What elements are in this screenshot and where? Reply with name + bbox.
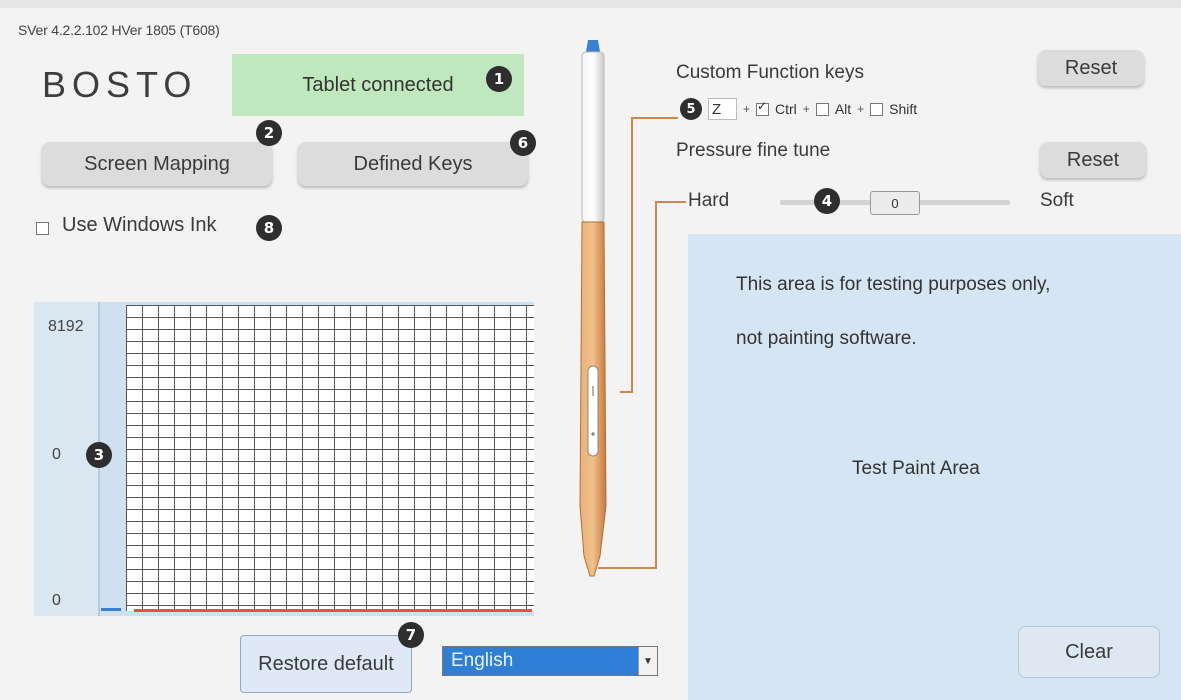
callout-badge-1: 1 xyxy=(486,66,512,92)
function-key-input[interactable]: Z xyxy=(708,98,737,120)
test-area-notice-line2: not painting software. xyxy=(736,328,917,349)
pressure-indicator xyxy=(101,608,121,611)
function-key-row: 5 Z + ✓ Ctrl + Alt + Shift xyxy=(680,95,917,123)
plus-separator: + xyxy=(802,102,810,116)
screen-mapping-label: Screen Mapping xyxy=(84,152,230,175)
plus-separator: + xyxy=(857,102,865,116)
brand-logo: BOSTO xyxy=(42,64,198,105)
callout-badge-7: 7 xyxy=(398,622,424,648)
shift-checkbox[interactable] xyxy=(870,102,884,116)
pressure-tune-title: Pressure fine tune xyxy=(676,140,831,161)
windows-ink-checkbox[interactable] xyxy=(36,222,49,235)
ctrl-label: Ctrl xyxy=(775,101,797,117)
shift-label: Shift xyxy=(889,101,918,117)
language-select[interactable]: English ▼ xyxy=(442,646,658,676)
axis-label-max: 8192 xyxy=(48,318,84,335)
callout-badge-5: 5 xyxy=(680,98,702,120)
restore-default-button[interactable]: Restore default xyxy=(240,635,412,693)
defined-keys-button[interactable]: Defined Keys xyxy=(298,142,528,186)
callout-badge-3: 3 xyxy=(86,442,112,468)
soft-label: Soft xyxy=(1040,190,1074,211)
test-area-title: Test Paint Area xyxy=(852,458,980,479)
callout-badge-2: 2 xyxy=(256,120,282,146)
screen-mapping-button[interactable]: Screen Mapping xyxy=(42,142,272,186)
restore-default-label: Restore default xyxy=(258,652,394,675)
hard-label: Hard xyxy=(688,190,730,211)
reset-function-keys-button[interactable]: Reset xyxy=(1038,50,1144,86)
top-strip xyxy=(0,0,1181,8)
version-info: SVer 4.2.2.102 HVer 1805 (T608) xyxy=(18,22,220,38)
callout-badge-6: 6 xyxy=(510,130,536,156)
connection-status: Tablet connected xyxy=(232,54,524,116)
clear-button[interactable]: Clear xyxy=(1018,626,1160,678)
language-selected-value: English xyxy=(443,647,638,675)
reset-pressure-label: Reset xyxy=(1066,148,1120,171)
ctrl-checkbox[interactable]: ✓ xyxy=(756,99,770,116)
pen-callout-lines xyxy=(598,117,686,569)
checkmark-icon: ✓ xyxy=(757,98,768,113)
alt-checkbox[interactable] xyxy=(815,102,829,116)
defined-keys-label: Defined Keys xyxy=(353,152,473,175)
reset-pressure-button[interactable]: Reset xyxy=(1040,142,1146,178)
reset-function-keys-label: Reset xyxy=(1064,56,1118,79)
axis-label-min: 0 xyxy=(52,592,61,609)
pressure-slider-thumb[interactable]: 0 xyxy=(870,191,920,215)
windows-ink-label: Use Windows Ink xyxy=(62,214,217,236)
alt-label: Alt xyxy=(834,101,852,117)
axis-label-mid: 0 xyxy=(52,446,61,463)
plus-separator: + xyxy=(743,102,751,116)
test-area-notice-line1: This area is for testing purposes only, xyxy=(736,274,1051,295)
pressure-grid xyxy=(126,305,534,611)
dropdown-arrow-icon[interactable]: ▼ xyxy=(638,647,657,675)
pressure-curve-line xyxy=(134,609,532,612)
callout-badge-8: 8 xyxy=(256,215,282,241)
function-keys-title: Custom Function keys xyxy=(676,62,864,83)
connection-status-text: Tablet connected xyxy=(302,73,454,96)
pressure-slider-value: 0 xyxy=(891,195,899,211)
clear-label: Clear xyxy=(1065,640,1113,663)
callout-badge-4: 4 xyxy=(814,188,840,214)
